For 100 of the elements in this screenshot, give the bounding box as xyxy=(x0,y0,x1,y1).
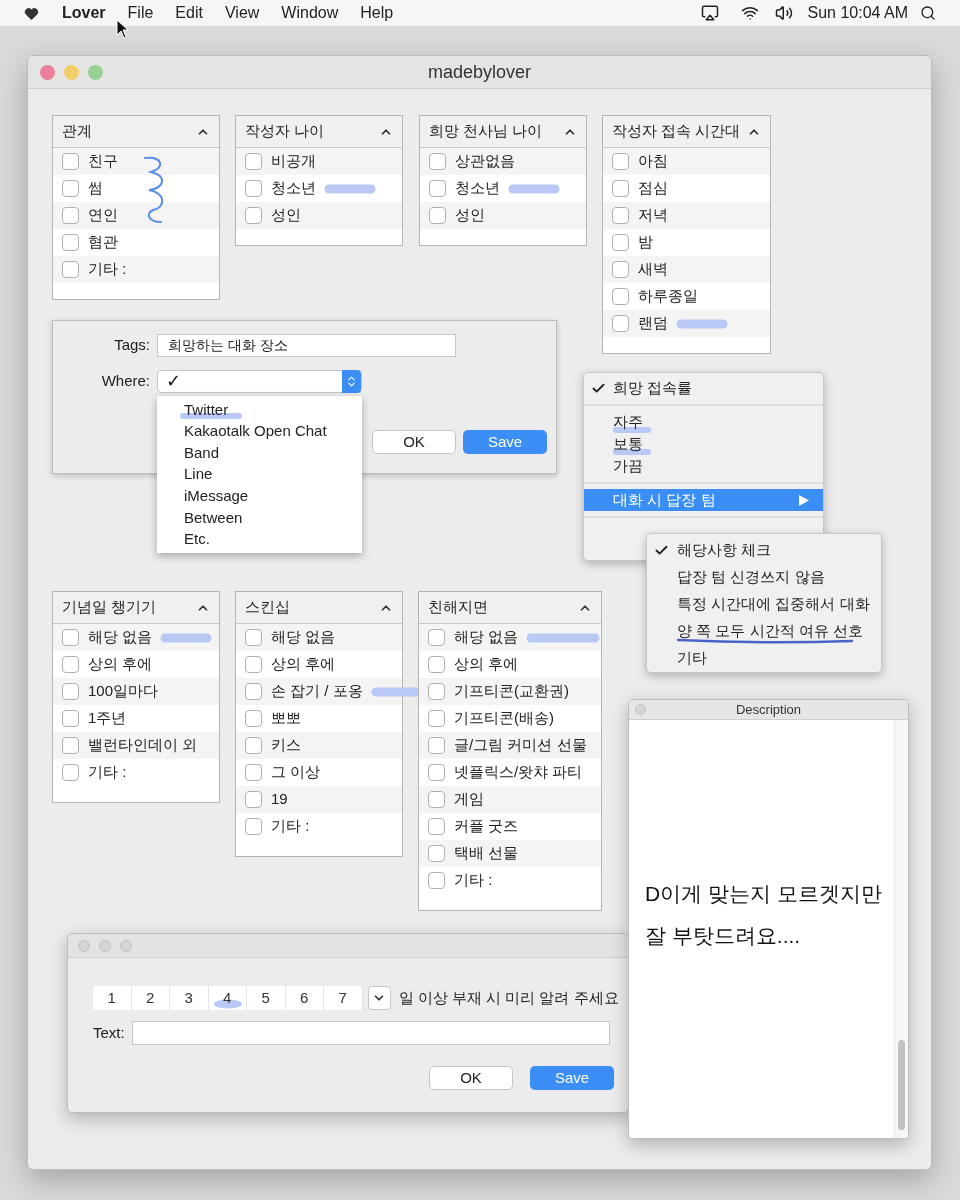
checkbox[interactable] xyxy=(62,710,79,727)
checkbox-label: 1주년 xyxy=(88,708,127,729)
checkbox[interactable] xyxy=(428,764,445,781)
menu-item[interactable]: 양 쪽 모두 시간적 여유 선호 xyxy=(647,618,881,645)
checkbox-label: 그 이상 xyxy=(271,762,321,783)
minimize-button[interactable] xyxy=(99,939,111,952)
checkbox[interactable] xyxy=(428,791,445,808)
checkbox[interactable] xyxy=(62,764,79,781)
checkbox-label: 점심 xyxy=(638,178,668,199)
checkbox[interactable] xyxy=(62,629,79,646)
ok-button[interactable]: OK xyxy=(429,1066,513,1090)
checkbox[interactable] xyxy=(62,207,79,224)
checkbox[interactable] xyxy=(245,764,262,781)
checkbox[interactable] xyxy=(612,153,629,170)
checkbox[interactable] xyxy=(245,791,262,808)
checkbox[interactable] xyxy=(62,180,79,197)
menu-item[interactable]: 가끔 xyxy=(584,455,823,477)
checkbox-label: 커플 굿즈 xyxy=(454,816,519,837)
checkbox[interactable] xyxy=(429,207,446,224)
menu-item[interactable]: Help xyxy=(360,1,394,25)
dropdown-option[interactable]: Etc. xyxy=(157,528,362,551)
menu-item[interactable]: 자주 xyxy=(584,411,823,433)
checkbox[interactable] xyxy=(62,737,79,754)
checkbox[interactable] xyxy=(612,288,629,305)
text-field[interactable] xyxy=(131,1021,610,1045)
checkbox[interactable] xyxy=(428,683,445,700)
zoom-button[interactable] xyxy=(88,64,103,80)
checkbox[interactable] xyxy=(245,207,262,224)
menu-item[interactable]: 보통 xyxy=(584,433,823,455)
checkbox[interactable] xyxy=(245,818,262,835)
day-segment[interactable]: 7 xyxy=(324,986,363,1010)
close-button[interactable] xyxy=(635,704,646,715)
checkbox[interactable] xyxy=(245,180,262,197)
ok-button[interactable]: OK xyxy=(372,430,456,454)
day-dropdown-button[interactable] xyxy=(367,986,391,1010)
menu-item[interactable]: File xyxy=(127,1,154,25)
app-menu[interactable]: Lover xyxy=(62,1,106,25)
wifi-icon[interactable] xyxy=(741,4,760,22)
day-segment[interactable]: 4 xyxy=(208,986,247,1010)
checkbox-label: 상관없음 xyxy=(455,151,515,172)
checkbox-label: 아침 xyxy=(638,151,668,172)
checkbox[interactable] xyxy=(245,683,262,700)
clock[interactable]: Sun 10:04 AM xyxy=(807,1,908,25)
day-segment[interactable]: 6 xyxy=(285,986,324,1010)
checkbox[interactable] xyxy=(612,315,629,332)
checkbox[interactable] xyxy=(62,153,79,170)
menu-item[interactable]: Edit xyxy=(175,1,203,25)
dropdown-option[interactable]: Line xyxy=(157,463,362,486)
checkbox[interactable] xyxy=(428,818,445,835)
tags-field[interactable]: 희망하는 대화 장소 xyxy=(157,334,456,357)
dropdown-option[interactable]: Twitter xyxy=(157,399,362,421)
checkbox[interactable] xyxy=(245,629,262,646)
checkbox[interactable] xyxy=(428,845,445,862)
where-popup[interactable]: ✓ xyxy=(157,370,362,393)
dropdown-option[interactable]: Between xyxy=(157,506,362,529)
airplay-icon[interactable] xyxy=(701,4,720,22)
day-segment[interactable]: 2 xyxy=(131,986,170,1010)
checkbox[interactable] xyxy=(612,180,629,197)
checkbox-label: 밤 xyxy=(638,232,653,253)
menu-item[interactable]: 희망 접속률 xyxy=(584,377,823,399)
menu-item[interactable]: View xyxy=(224,1,260,25)
menu-item[interactable]: 기타 xyxy=(647,645,881,672)
checkbox[interactable] xyxy=(428,737,445,754)
checkbox[interactable] xyxy=(428,710,445,727)
volume-icon[interactable] xyxy=(775,4,794,22)
checkbox[interactable] xyxy=(62,234,79,251)
checkbox-label: 100일마다 xyxy=(88,681,159,702)
dropdown-option[interactable]: Kakaotalk Open Chat xyxy=(157,420,362,443)
checkbox[interactable] xyxy=(428,656,445,673)
checkbox[interactable] xyxy=(612,234,629,251)
checkbox[interactable] xyxy=(62,656,79,673)
close-button[interactable] xyxy=(78,939,90,952)
checkbox[interactable] xyxy=(245,710,262,727)
menu-item[interactable]: Window xyxy=(281,1,339,25)
checkbox[interactable] xyxy=(245,656,262,673)
dropdown-option[interactable]: Band xyxy=(157,442,362,464)
menu-item[interactable]: 해당사항 체크 xyxy=(647,537,881,564)
checkbox[interactable] xyxy=(428,872,445,889)
menu-item[interactable]: 특정 시간대에 집중해서 대화 xyxy=(647,591,881,618)
minimize-button[interactable] xyxy=(64,64,79,80)
checkbox[interactable] xyxy=(62,683,79,700)
checkbox[interactable] xyxy=(428,629,445,646)
day-segment[interactable]: 1 xyxy=(93,986,132,1010)
checkbox[interactable] xyxy=(62,261,79,278)
checkbox[interactable] xyxy=(429,180,446,197)
scrollbar[interactable] xyxy=(894,720,908,1138)
heart-logo-icon[interactable] xyxy=(24,5,39,21)
day-segment[interactable]: 5 xyxy=(247,986,286,1010)
dropdown-option[interactable]: iMessage xyxy=(157,485,362,507)
checkbox[interactable] xyxy=(612,261,629,278)
zoom-button[interactable] xyxy=(120,939,132,952)
search-icon[interactable] xyxy=(920,5,936,21)
checkbox-label: 해당 없음 xyxy=(271,627,336,648)
close-button[interactable] xyxy=(40,64,55,80)
day-segment[interactable]: 3 xyxy=(170,986,209,1010)
checkbox[interactable] xyxy=(429,153,446,170)
checkbox[interactable] xyxy=(245,737,262,754)
checkbox[interactable] xyxy=(245,153,262,170)
checkbox[interactable] xyxy=(612,207,629,224)
menu-item[interactable]: 답장 텀 신경쓰지 않음 xyxy=(647,564,881,591)
